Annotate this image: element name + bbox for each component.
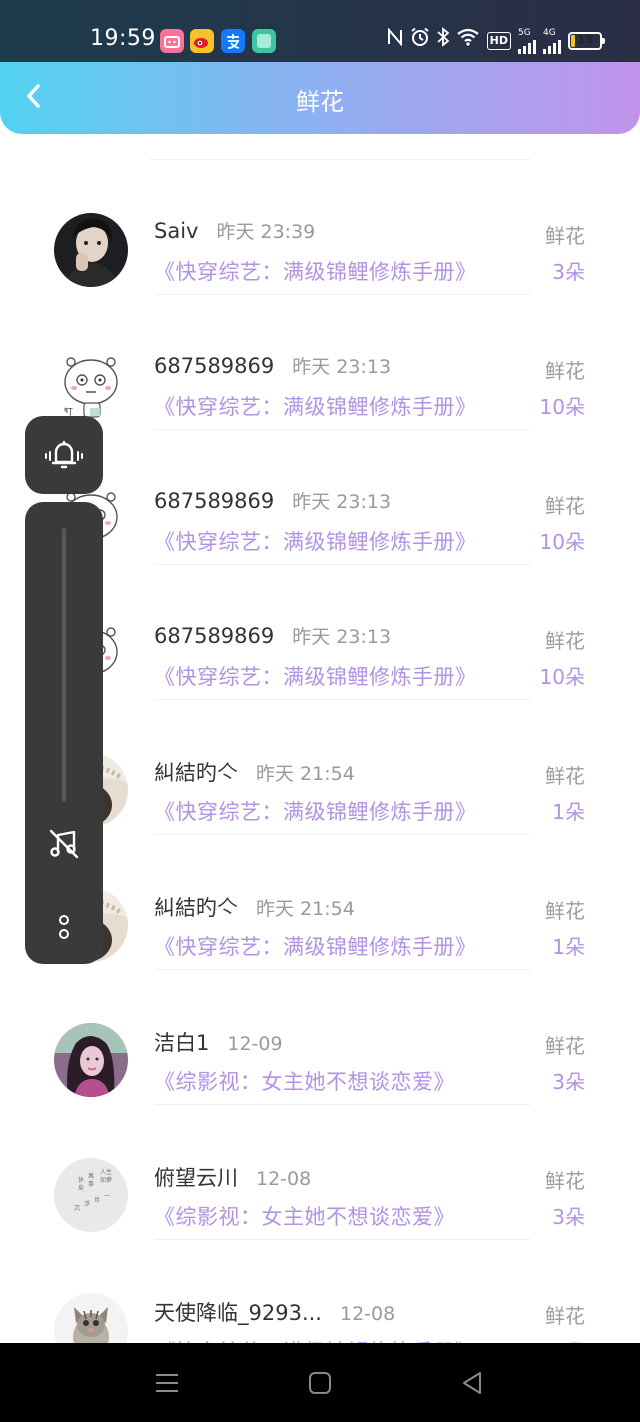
gift-type-label: 鲜花 xyxy=(545,494,585,518)
alarm-icon xyxy=(410,27,430,55)
home-button[interactable] xyxy=(300,1365,340,1401)
gift-count: 3朵 xyxy=(552,1070,585,1094)
gift-type-label: 鲜花 xyxy=(545,224,585,248)
gift-row[interactable]: 洁白1 12-09 《综影视：女主她不想谈恋爱》 鲜花 3朵 xyxy=(0,970,640,1105)
network-4g-label: 4G xyxy=(543,28,556,38)
user-name[interactable]: 687589869 xyxy=(154,354,274,378)
bilibili-icon xyxy=(160,29,184,53)
gift-type-label: 鲜花 xyxy=(545,1034,585,1058)
gift-row[interactable]: 盯 687589869 昨天 23:13 《快穿综艺：满级锦鲤修炼手册》 鲜花 … xyxy=(0,295,640,430)
gift-time: 昨天 23:13 xyxy=(292,626,392,648)
book-title-link[interactable]: 《快穿综艺：满级锦鲤修炼手册》 xyxy=(154,661,477,691)
svg-text:如夢: 如夢 xyxy=(100,1176,112,1184)
navigation-bar xyxy=(0,1343,640,1422)
gift-count: 1朵 xyxy=(552,800,585,824)
gift-row[interactable]: 人生 如夢萬事休矣一世浮沉 俯望云川 12-08 《综影视：女主她不想谈恋爱》 鲜… xyxy=(0,1105,640,1240)
book-title-link[interactable]: 《综影视：女主她不想谈恋爱》 xyxy=(154,1066,455,1096)
avatar[interactable] xyxy=(54,1293,128,1343)
gift-time: 昨天 23:13 xyxy=(292,491,392,513)
user-name[interactable]: 687589869 xyxy=(154,624,274,648)
hd-badge: HD xyxy=(486,32,511,50)
network-5g-label: 5G xyxy=(518,28,531,38)
menu-icon xyxy=(156,1374,178,1392)
svg-text:矣: 矣 xyxy=(78,1184,84,1192)
recent-apps-button[interactable] xyxy=(147,1365,187,1401)
more-dots-icon xyxy=(59,915,69,939)
back-triangle-icon xyxy=(463,1372,481,1394)
book-title-link[interactable]: 《快穿综艺：满级锦鲤修炼手册》 xyxy=(154,526,477,556)
gift-type-label: 鲜花 xyxy=(545,629,585,653)
volume-slider[interactable] xyxy=(62,528,66,802)
gift-count: 10朵 xyxy=(539,665,585,689)
volume-more-button[interactable] xyxy=(50,907,78,947)
home-square-icon xyxy=(309,1372,331,1394)
user-name[interactable]: 天使降临_9293... xyxy=(154,1297,322,1327)
user-name[interactable]: 俯望云川 xyxy=(154,1162,238,1192)
user-name[interactable]: 洁白1 xyxy=(154,1027,209,1057)
avatar[interactable] xyxy=(54,213,128,287)
ringer-mode-button[interactable] xyxy=(25,416,103,494)
gift-count: 3朵 xyxy=(552,260,585,284)
gift-time: 12-09 xyxy=(227,1033,283,1055)
book-title-link[interactable]: 《快穿综艺：满级锦鲤修炼手册》 xyxy=(154,1336,477,1343)
gift-type-label: 鲜花 xyxy=(545,1304,585,1328)
user-name[interactable]: 糾結旳亽 xyxy=(154,757,238,787)
book-title-link[interactable]: 《快穿综艺：满级锦鲤修炼手册》 xyxy=(154,931,477,961)
app-icon xyxy=(252,29,276,53)
gift-count: 10朵 xyxy=(540,1336,585,1343)
page-title: 鲜花 xyxy=(296,88,344,116)
user-name[interactable]: Saiv xyxy=(154,219,198,243)
svg-text:萬: 萬 xyxy=(88,1172,94,1180)
svg-text:事: 事 xyxy=(88,1180,94,1188)
back-nav-button[interactable] xyxy=(452,1365,492,1401)
avatar[interactable]: 盯 xyxy=(54,348,128,422)
signal-4g: 4G xyxy=(543,28,561,54)
user-name[interactable]: 687589869 xyxy=(154,489,274,513)
battery-icon: 13 xyxy=(568,32,605,50)
bluetooth-icon xyxy=(437,27,450,55)
bell-icon xyxy=(45,440,83,469)
svg-text:浮: 浮 xyxy=(84,1200,90,1208)
nfc-icon xyxy=(387,27,403,54)
svg-text:休: 休 xyxy=(78,1176,84,1184)
gift-type-label: 鲜花 xyxy=(545,359,585,383)
gift-time: 12-08 xyxy=(339,1303,396,1325)
svg-text:沉: 沉 xyxy=(74,1204,80,1212)
weibo-icon xyxy=(190,29,214,53)
media-mute-button[interactable] xyxy=(44,824,84,864)
gift-time: 昨天 23:13 xyxy=(292,356,392,378)
battery-level: 13 xyxy=(577,33,593,46)
gift-count: 1朵 xyxy=(552,935,585,959)
book-title-link[interactable]: 《综影视：女主她不想谈恋爱》 xyxy=(154,1201,455,1231)
alipay-icon xyxy=(221,29,245,53)
book-title-link[interactable]: 《快穿综艺：满级锦鲤修炼手册》 xyxy=(154,256,477,286)
gift-count: 10朵 xyxy=(539,395,585,419)
gift-time: 12-08 xyxy=(256,1168,312,1190)
gift-time: 昨天 21:54 xyxy=(256,898,355,920)
gift-type-label: 鲜花 xyxy=(545,764,585,788)
gift-row[interactable]: Saiv 昨天 23:39 《快穿综艺：满级锦鲤修炼手册》 鲜花 3朵 xyxy=(0,160,640,295)
svg-text:一: 一 xyxy=(104,1193,110,1200)
svg-text:人生: 人生 xyxy=(100,1168,112,1176)
gift-count: 3朵 xyxy=(552,1205,585,1229)
signal-5g: 5G xyxy=(518,28,536,54)
gift-type-label: 鲜花 xyxy=(545,899,585,923)
gift-type-label: 鲜花 xyxy=(545,1169,585,1193)
avatar[interactable] xyxy=(54,1023,128,1097)
book-title-link[interactable]: 《快穿综艺：满级锦鲤修炼手册》 xyxy=(154,796,477,826)
gift-time: 昨天 23:39 xyxy=(216,221,316,243)
book-title-link[interactable]: 《快穿综艺：满级锦鲤修炼手册》 xyxy=(154,391,477,421)
gift-count: 10朵 xyxy=(539,530,585,554)
music-off-icon xyxy=(49,829,79,859)
user-name[interactable]: 糾結旳亽 xyxy=(154,892,238,922)
svg-text:世: 世 xyxy=(94,1196,100,1204)
gift-time: 昨天 21:54 xyxy=(256,763,355,785)
volume-panel xyxy=(25,502,103,964)
gift-row[interactable]: 天使降临_9293... 12-08 《快穿综艺：满级锦鲤修炼手册》 鲜花 10… xyxy=(0,1240,640,1343)
header-bar: 鲜花 xyxy=(0,62,640,134)
avatar[interactable]: 人生 如夢萬事休矣一世浮沉 xyxy=(54,1158,128,1232)
wifi-icon xyxy=(456,28,480,54)
status-time: 19:59 xyxy=(90,26,156,51)
